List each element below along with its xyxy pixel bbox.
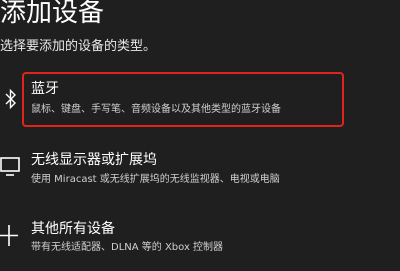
add-device-dialog: 添加设备 选择要添加的设备的类型。 蓝牙 鼠标、键盘、手写笔、音频设备以及其他类… (0, 0, 400, 271)
option-other-devices-description: 带有无线适配器、DLNA 等的 Xbox 控制器 (31, 242, 224, 253)
option-wireless-display-title: 无线显示器或扩展坞 (31, 152, 157, 168)
monitor-icon (0, 156, 24, 182)
highlight-box (22, 72, 344, 127)
option-wireless-display[interactable]: 无线显示器或扩展坞 使用 Miracast 或无线扩展坞的无线监视器、电视或电脑 (0, 148, 400, 188)
page-title: 添加设备 (0, 0, 105, 28)
bluetooth-icon (0, 86, 24, 112)
option-wireless-display-description: 使用 Miracast 或无线扩展坞的无线监视器、电视或电脑 (31, 174, 280, 185)
page-subtitle: 选择要添加的设备的类型。 (0, 39, 157, 54)
option-other-devices[interactable]: 其他所有设备 带有无线适配器、DLNA 等的 Xbox 控制器 (0, 217, 400, 257)
option-other-devices-title: 其他所有设备 (31, 221, 115, 237)
plus-icon (0, 222, 24, 248)
